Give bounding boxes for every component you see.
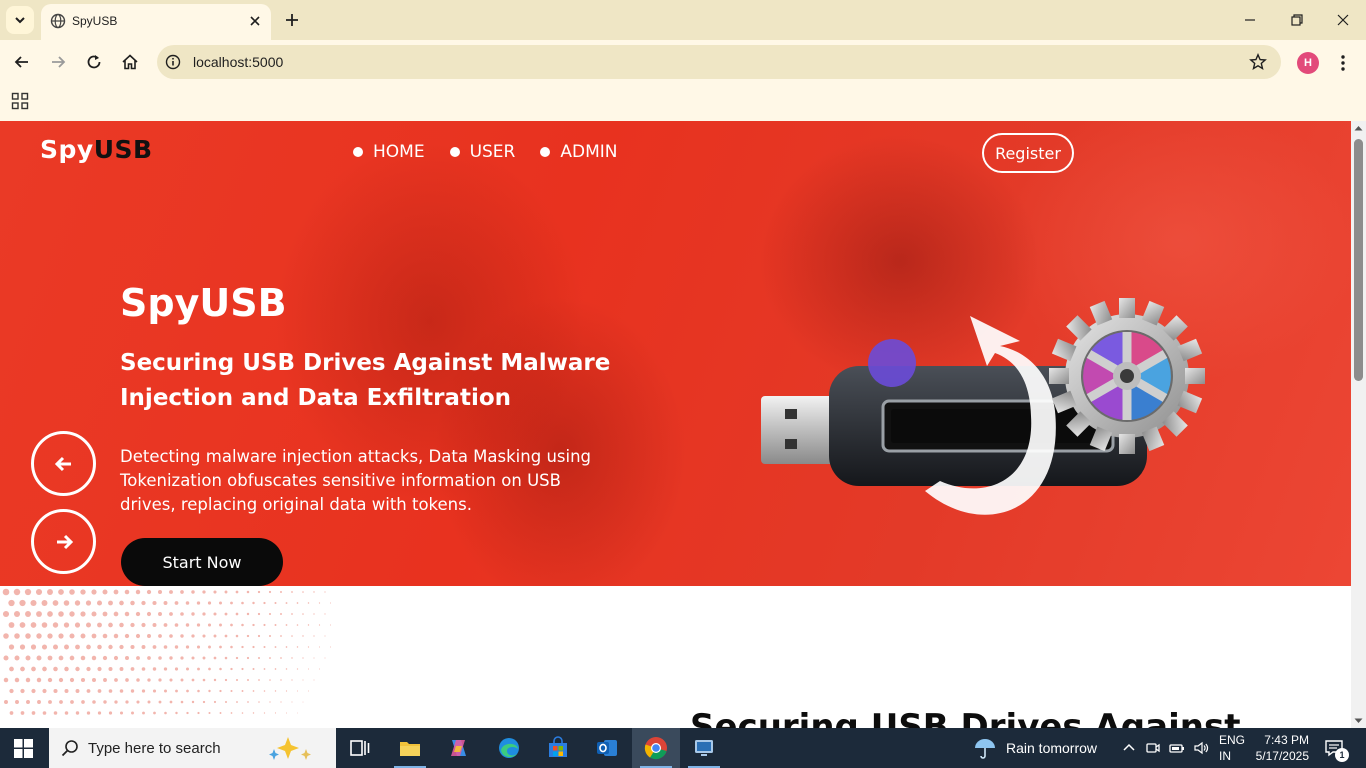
- window-close-icon[interactable]: [1335, 12, 1351, 28]
- address-bar[interactable]: localhost:5000: [157, 45, 1281, 79]
- globe-icon: [50, 13, 66, 29]
- carousel-next-button[interactable]: [31, 509, 96, 574]
- arrow-left-icon: [54, 456, 71, 471]
- bullet-icon: [353, 147, 363, 157]
- notification-count-badge: 1: [1335, 748, 1349, 762]
- scroll-up-arrow-icon[interactable]: [1354, 125, 1363, 131]
- bookmark-star-icon[interactable]: [1249, 53, 1267, 71]
- bullet-icon: [449, 147, 460, 157]
- language-indicator[interactable]: ENG IN: [1219, 732, 1245, 764]
- nav-label: USER: [469, 142, 516, 162]
- site-info-icon[interactable]: [165, 54, 181, 70]
- section-heading: Securing USB Drives Against: [690, 707, 1241, 728]
- scrollbar-thumb[interactable]: [1354, 139, 1363, 381]
- restore-icon[interactable]: [1289, 12, 1305, 28]
- start-now-button[interactable]: Start Now: [121, 538, 283, 586]
- tab-title: SpyUSB: [72, 14, 118, 28]
- copilot-icon[interactable]: [447, 736, 471, 760]
- site-logo[interactable]: SpyUSB: [40, 135, 153, 164]
- bullet-icon: [540, 147, 551, 157]
- url-text[interactable]: localhost:5000: [193, 54, 283, 70]
- chrome-taskbar-button[interactable]: [632, 728, 680, 768]
- hero-subtitle: Securing USB Drives Against Malware Inje…: [120, 350, 611, 411]
- back-arrow-icon[interactable]: [12, 52, 32, 72]
- search-highlight-sparkle-icon[interactable]: [262, 735, 322, 761]
- arrow-right-icon: [56, 534, 73, 549]
- weather-text[interactable]: Rain tomorrow: [1006, 740, 1097, 756]
- register-button[interactable]: Register: [982, 133, 1074, 173]
- region-code: IN: [1219, 749, 1231, 763]
- meet-now-icon[interactable]: [1145, 740, 1161, 756]
- nav-label: HOME: [373, 142, 425, 162]
- close-icon[interactable]: [247, 13, 263, 29]
- main-nav: HOME USER ADMIN: [353, 142, 618, 162]
- page-viewport: SpyUSB HOME USER ADMIN Register SpyUSB S…: [0, 121, 1351, 728]
- apps-grid-icon[interactable]: [11, 92, 29, 110]
- edge-browser-icon[interactable]: [497, 736, 521, 760]
- browser-tab-active[interactable]: SpyUSB: [41, 4, 271, 40]
- carousel-prev-button[interactable]: [31, 431, 96, 496]
- windows-start-icon[interactable]: [14, 739, 33, 758]
- page-scrollbar[interactable]: [1351, 121, 1366, 728]
- hero-banner: SpyUSB HOME USER ADMIN Register SpyUSB S…: [0, 121, 1351, 586]
- minimize-icon[interactable]: [1242, 12, 1258, 28]
- nav-item-user[interactable]: USER: [449, 142, 516, 162]
- logo-text-spy: Spy: [40, 135, 94, 164]
- profile-avatar[interactable]: H: [1297, 52, 1319, 74]
- clock-date: 5/17/2025: [1255, 749, 1309, 763]
- chevron-up-icon[interactable]: [1121, 740, 1137, 756]
- usb-drive-illustration: [761, 298, 1205, 515]
- volume-icon[interactable]: [1193, 740, 1209, 756]
- task-view-icon[interactable]: [348, 736, 372, 760]
- scroll-down-arrow-icon[interactable]: [1354, 718, 1363, 724]
- logo-text-usb: USB: [93, 135, 153, 164]
- nav-label: ADMIN: [560, 142, 618, 162]
- file-explorer-icon[interactable]: [398, 736, 422, 760]
- more-menu-icon[interactable]: [1335, 53, 1351, 73]
- battery-icon[interactable]: [1169, 740, 1185, 756]
- halftone-dots-decoration: [2, 588, 332, 715]
- windows-taskbar: Type here to search Rain tomorrow ENG IN…: [0, 728, 1366, 768]
- home-icon[interactable]: [120, 52, 140, 72]
- microsoft-store-icon[interactable]: [546, 736, 570, 760]
- tab-search-button[interactable]: [6, 6, 34, 34]
- chrome-icon: [644, 737, 667, 760]
- new-tab-plus-icon[interactable]: [282, 10, 302, 30]
- search-icon: [61, 740, 78, 757]
- nav-item-home[interactable]: HOME: [353, 142, 425, 162]
- remote-desktop-icon[interactable]: [692, 736, 716, 760]
- language-code: ENG: [1219, 733, 1246, 747]
- forward-arrow-icon[interactable]: [48, 52, 68, 72]
- hero-title: SpyUSB: [120, 281, 287, 325]
- search-placeholder: Type here to search: [88, 740, 221, 757]
- clock-time: 7:43 PM: [1264, 733, 1309, 747]
- umbrella-rain-icon[interactable]: [973, 736, 997, 760]
- bookmarks-bar: [0, 84, 1366, 121]
- hero-description: Detecting malware injection attacks, Dat…: [120, 447, 592, 514]
- reload-icon[interactable]: [84, 52, 104, 72]
- nav-item-admin[interactable]: ADMIN: [540, 142, 618, 162]
- chevron-down-icon: [15, 17, 25, 24]
- browser-tab-strip: SpyUSB: [0, 0, 1366, 40]
- outlook-icon[interactable]: [595, 736, 619, 760]
- browser-toolbar: localhost:5000 H: [0, 40, 1366, 84]
- system-clock[interactable]: 7:43 PM 5/17/2025: [1253, 732, 1309, 764]
